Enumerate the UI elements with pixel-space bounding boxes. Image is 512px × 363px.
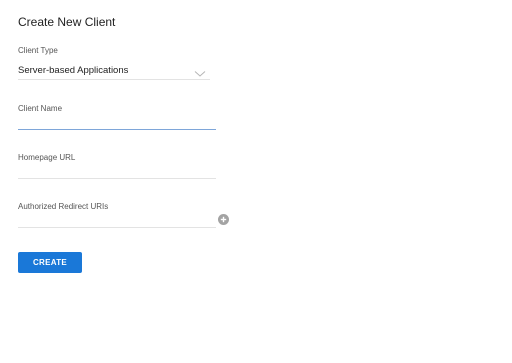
homepage-url-input[interactable] (18, 160, 216, 179)
client-type-selected-value: Server-based Applications (18, 65, 129, 76)
client-type-label: Client Type (18, 46, 58, 55)
chevron-down-icon (194, 65, 206, 77)
client-type-select[interactable]: Server-based Applications (18, 62, 210, 80)
plus-circle-icon[interactable] (218, 214, 229, 225)
redirect-uri-input[interactable] (18, 209, 216, 228)
create-button[interactable]: CREATE (18, 252, 82, 273)
client-name-input[interactable] (18, 111, 216, 130)
page-title: Create New Client (18, 15, 116, 29)
create-client-page: Create New Client Client Type Server-bas… (0, 0, 512, 363)
